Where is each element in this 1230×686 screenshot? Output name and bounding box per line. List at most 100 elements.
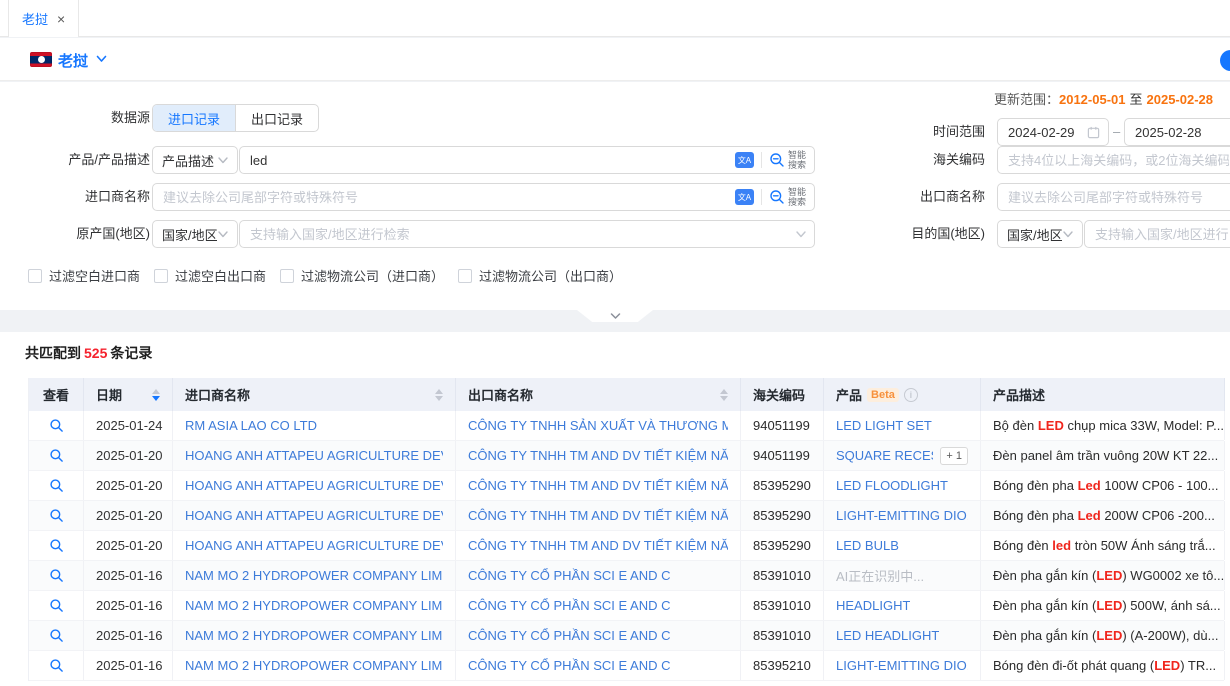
collapse-filters-handle[interactable] — [577, 310, 653, 322]
smart-search-label: 智能搜索 — [788, 187, 806, 207]
table-row: 2025-01-24 RM ASIA LAO CO LTD CÔNG TY TN… — [29, 411, 1224, 441]
exporter-link[interactable]: CÔNG TY CỔ PHẦN SCI E AND C — [468, 568, 671, 583]
importer-link[interactable]: HOANG ANH ATTAPEU AGRICULTURE DEVE... — [185, 508, 443, 523]
time-range-end-input[interactable] — [1125, 125, 1230, 140]
destination-select[interactable]: 国家/地区 — [997, 220, 1083, 248]
product-link[interactable]: LIGHT-EMITTING DIO... — [836, 658, 968, 673]
checkbox-label: 过滤空白出口商 — [175, 266, 266, 285]
magnifier-icon[interactable] — [49, 538, 64, 553]
magnifier-icon[interactable] — [49, 448, 64, 463]
cell-hs-code: 94051199 — [753, 418, 810, 433]
checkbox-filter-blank-exporter[interactable]: 过滤空白出口商 — [154, 266, 266, 285]
sort-icons[interactable] — [152, 389, 160, 401]
exporter-link[interactable]: CÔNG TY TNHH TM AND DV TIẾT KIỆM NĂ... — [468, 538, 728, 553]
more-products-badge[interactable]: + 1 — [940, 447, 968, 465]
checkbox-filter-blank-importer[interactable]: 过滤空白进口商 — [28, 266, 140, 285]
table-row: 2025-01-20 HOANG ANH ATTAPEU AGRICULTURE… — [29, 531, 1224, 561]
product-type-select[interactable]: 产品描述 — [152, 146, 238, 174]
smart-search-button[interactable]: 智能搜索 — [769, 187, 806, 207]
exporter-link[interactable]: CÔNG TY TNHH SẢN XUẤT VÀ THƯƠNG M... — [468, 418, 728, 433]
product-link[interactable]: HEADLIGHT — [836, 598, 910, 613]
importer-field: 文A 智能搜索 — [152, 183, 815, 211]
magnifier-icon[interactable] — [49, 478, 64, 493]
magnifier-icon[interactable] — [49, 598, 64, 613]
importer-link[interactable]: HOANG ANH ATTAPEU AGRICULTURE DEVE... — [185, 478, 443, 493]
importer-link[interactable]: RM ASIA LAO CO LTD — [185, 418, 317, 433]
info-circle-icon[interactable]: i — [904, 388, 918, 402]
exporter-link[interactable]: CÔNG TY TNHH TM AND DV TIẾT KIỆM NĂ... — [468, 448, 728, 463]
importer-link[interactable]: NAM MO 2 HYDROPOWER COMPANY LIMI... — [185, 628, 443, 643]
product-link[interactable]: LED LIGHT SET — [836, 418, 932, 433]
magnifier-icon[interactable] — [49, 628, 64, 643]
col-header-importer[interactable]: 进口商名称 — [173, 378, 456, 411]
checkbox-filter-logistics-importer[interactable]: 过滤物流公司（进口商） — [280, 266, 444, 285]
hs-code-input[interactable] — [998, 153, 1230, 168]
origin-country-field — [239, 220, 815, 248]
col-header-exporter[interactable]: 出口商名称 — [456, 378, 741, 411]
product-search-input[interactable] — [240, 153, 814, 168]
magnifier-icon[interactable] — [49, 568, 64, 583]
table-header: 查看 日期 进口商名称 出口商名称 海关编码 产品 Beta i 产品描述 — [29, 378, 1224, 411]
magnifier-icon[interactable] — [49, 658, 64, 673]
translate-icon[interactable]: 文A — [735, 189, 754, 205]
chevron-down-icon[interactable] — [96, 55, 107, 63]
chevron-down-icon — [218, 157, 228, 164]
exporter-link[interactable]: CÔNG TY CỔ PHẦN SCI E AND C — [468, 598, 671, 613]
chevron-down-icon[interactable] — [792, 221, 806, 247]
magnifier-icon[interactable] — [49, 508, 64, 523]
calendar-icon[interactable] — [1083, 119, 1100, 145]
importer-link[interactable]: HOANG ANH ATTAPEU AGRICULTURE DEVE... — [185, 538, 443, 553]
table-row: 2025-01-16 NAM MO 2 HYDROPOWER COMPANY L… — [29, 561, 1224, 591]
checkbox-filter-logistics-exporter[interactable]: 过滤物流公司（出口商） — [458, 266, 622, 285]
exporter-input[interactable] — [998, 190, 1230, 205]
tab-export-records[interactable]: 出口记录 — [235, 105, 318, 131]
col-header-date[interactable]: 日期 — [84, 378, 173, 411]
sort-icons[interactable] — [435, 389, 443, 401]
summary-count: 525 — [84, 345, 107, 361]
checkbox-icon[interactable] — [154, 269, 168, 283]
floating-assistant-button[interactable] — [1220, 50, 1230, 71]
cell-date: 2025-01-16 — [96, 598, 163, 613]
exporter-link[interactable]: CÔNG TY TNHH TM AND DV TIẾT KIỆM NĂ... — [468, 508, 728, 523]
product-link[interactable]: LIGHT-EMITTING DIO... — [836, 508, 968, 523]
magnifier-icon[interactable] — [49, 418, 64, 433]
date-range-dash: – — [1113, 118, 1120, 146]
sort-icons[interactable] — [720, 389, 728, 401]
cell-date: 2025-01-20 — [96, 508, 163, 523]
time-range-label: 时间范围 — [843, 118, 985, 146]
product-link[interactable]: LED FLOODLIGHT — [836, 478, 948, 493]
cell-hs-code: 85395290 — [753, 538, 811, 553]
checkbox-icon[interactable] — [28, 269, 42, 283]
origin-country-select[interactable]: 国家/地区 — [152, 220, 238, 248]
exporter-link[interactable]: CÔNG TY TNHH TM AND DV TIẾT KIỆM NĂ... — [468, 478, 728, 493]
tab-title: 老挝 — [22, 9, 48, 28]
checkbox-icon[interactable] — [280, 269, 294, 283]
exporter-link[interactable]: CÔNG TY CỔ PHẦN SCI E AND C — [468, 628, 671, 643]
exporter-link[interactable]: CÔNG TY CỔ PHẦN SCI E AND C — [468, 658, 671, 673]
chevron-down-icon — [218, 231, 228, 238]
destination-field — [1084, 220, 1230, 248]
country-name[interactable]: 老挝 — [58, 50, 88, 71]
tab-import-records[interactable]: 进口记录 — [153, 105, 235, 131]
smart-search-button[interactable]: 智能搜索 — [769, 150, 806, 170]
importer-link[interactable]: NAM MO 2 HYDROPOWER COMPANY LIMI... — [185, 658, 443, 673]
origin-country-input[interactable] — [240, 227, 814, 242]
importer-link[interactable]: NAM MO 2 HYDROPOWER COMPANY LIMI... — [185, 598, 443, 613]
tab-laos[interactable]: 老挝 × — [8, 0, 79, 37]
cell-hs-code: 85391010 — [753, 598, 811, 613]
product-link[interactable]: LED BULB — [836, 538, 899, 553]
cell-hs-code: 85395290 — [753, 478, 811, 493]
cell-date: 2025-01-20 — [96, 478, 163, 493]
importer-link[interactable]: NAM MO 2 HYDROPOWER COMPANY LIMI... — [185, 568, 443, 583]
checkbox-icon[interactable] — [458, 269, 472, 283]
beta-badge: Beta — [867, 388, 899, 402]
cell-date: 2025-01-20 — [96, 538, 163, 553]
importer-input[interactable] — [153, 190, 814, 205]
importer-link[interactable]: HOANG ANH ATTAPEU AGRICULTURE DEVE... — [185, 448, 443, 463]
destination-input[interactable] — [1085, 227, 1230, 242]
translate-icon[interactable]: 文A — [735, 152, 754, 168]
product-link[interactable]: SQUARE RECESS... — [836, 448, 933, 463]
close-icon[interactable]: × — [57, 12, 65, 26]
product-link[interactable]: LED HEADLIGHT — [836, 628, 939, 643]
cell-description: Bộ đèn LED chụp mica 33W, Model: P... — [993, 418, 1224, 433]
